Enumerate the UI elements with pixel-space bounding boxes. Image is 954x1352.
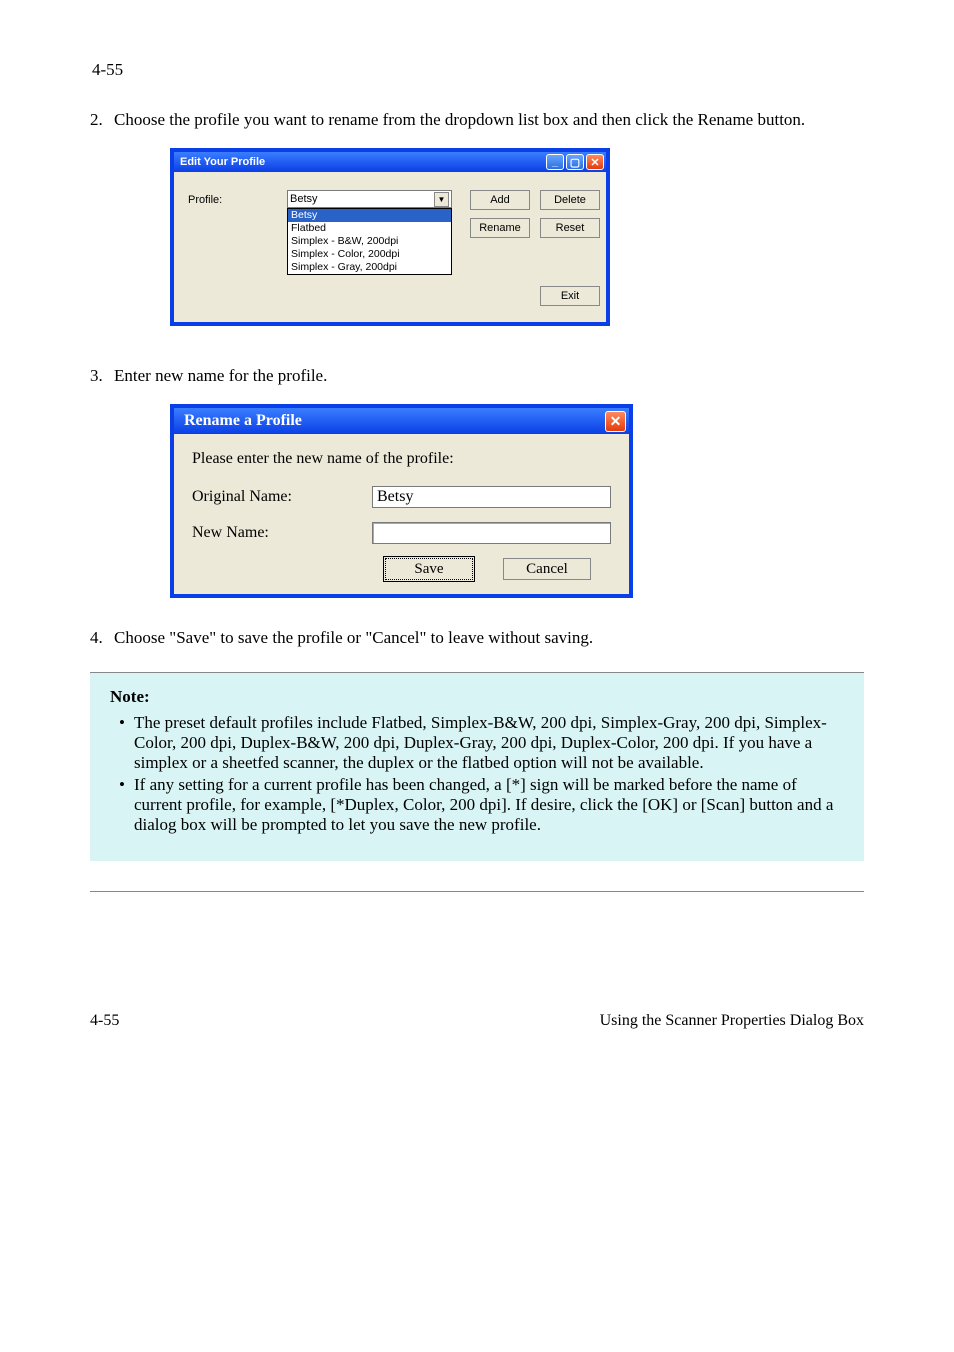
note-box: Note: • The preset default profiles incl… bbox=[90, 673, 864, 861]
step-2: 2. Choose the profile you want to rename… bbox=[90, 110, 864, 130]
page-number: 4-55 bbox=[92, 60, 864, 80]
step-num: 3. bbox=[90, 366, 114, 386]
dialog-title: Rename a Profile bbox=[184, 412, 302, 430]
step-text: Choose the profile you want to rename fr… bbox=[114, 110, 864, 130]
dialog-titlebar: Edit Your Profile _ ▢ ✕ bbox=[174, 152, 606, 172]
save-button[interactable]: Save bbox=[385, 558, 473, 580]
list-item[interactable]: Betsy bbox=[288, 209, 451, 222]
profile-combobox[interactable]: Betsy ▼ bbox=[287, 190, 452, 208]
cancel-button[interactable]: Cancel bbox=[503, 558, 591, 580]
new-name-field[interactable] bbox=[372, 522, 611, 544]
list-item[interactable]: Simplex - Gray, 200dpi bbox=[288, 261, 451, 274]
bullet-icon: • bbox=[110, 775, 134, 835]
window-buttons: _ ▢ ✕ bbox=[546, 154, 604, 170]
footer-page-num: 4-55 bbox=[90, 1012, 119, 1030]
step-text: Enter new name for the profile. bbox=[114, 366, 864, 386]
original-name-field: Betsy bbox=[372, 486, 611, 508]
original-name-row: Original Name: Betsy bbox=[192, 486, 611, 508]
step-num: 4. bbox=[90, 628, 114, 648]
exit-button[interactable]: Exit bbox=[540, 286, 600, 306]
combobox-value: Betsy bbox=[290, 193, 318, 205]
new-name-label: New Name: bbox=[192, 524, 372, 542]
window-buttons: ✕ bbox=[605, 411, 626, 432]
dialog-button-row: Save Cancel bbox=[192, 558, 611, 580]
close-icon[interactable]: ✕ bbox=[586, 154, 604, 170]
step-3: 3. Enter new name for the profile. bbox=[90, 366, 864, 386]
list-item[interactable]: Simplex - Color, 200dpi bbox=[288, 248, 451, 261]
add-button[interactable]: Add bbox=[470, 190, 530, 210]
close-icon[interactable]: ✕ bbox=[605, 411, 626, 432]
note-text: The preset default profiles include Flat… bbox=[134, 713, 844, 773]
dialog-body: Profile: Betsy ▼ Betsy Flatbed Simplex -… bbox=[174, 172, 606, 322]
original-name-label: Original Name: bbox=[192, 488, 372, 506]
note-bullet: • If any setting for a current profile h… bbox=[110, 775, 844, 835]
original-name-value: Betsy bbox=[377, 488, 413, 506]
note-heading: Note: bbox=[110, 687, 844, 707]
delete-button[interactable]: Delete bbox=[540, 190, 600, 210]
reset-button[interactable]: Reset bbox=[540, 218, 600, 238]
list-item[interactable]: Flatbed bbox=[288, 222, 451, 235]
new-name-row: New Name: bbox=[192, 522, 611, 544]
profile-label: Profile: bbox=[188, 194, 222, 206]
note-text: If any setting for a current profile has… bbox=[134, 775, 844, 835]
page-footer: 4-55 Using the Scanner Properties Dialog… bbox=[90, 1012, 864, 1030]
prompt-text: Please enter the new name of the profile… bbox=[192, 450, 611, 468]
separator bbox=[90, 891, 864, 892]
dialog-titlebar: Rename a Profile ✕ bbox=[174, 408, 629, 434]
step-num: 2. bbox=[90, 110, 114, 130]
edit-profile-dialog: Edit Your Profile _ ▢ ✕ Profile: Betsy ▼… bbox=[170, 148, 610, 326]
dialog-body: Please enter the new name of the profile… bbox=[174, 434, 629, 594]
step-4: 4. Choose "Save" to save the profile or … bbox=[90, 628, 864, 648]
step-text: Choose "Save" to save the profile or "Ca… bbox=[114, 628, 864, 648]
rename-profile-dialog: Rename a Profile ✕ Please enter the new … bbox=[170, 404, 633, 598]
bullet-icon: • bbox=[110, 713, 134, 773]
chevron-down-icon[interactable]: ▼ bbox=[434, 192, 449, 207]
rename-button[interactable]: Rename bbox=[470, 218, 530, 238]
footer-section: Using the Scanner Properties Dialog Box bbox=[600, 1012, 864, 1030]
note-bullet: • The preset default profiles include Fl… bbox=[110, 713, 844, 773]
maximize-icon[interactable]: ▢ bbox=[566, 154, 584, 170]
dialog-title: Edit Your Profile bbox=[180, 156, 265, 168]
list-item[interactable]: Simplex - B&W, 200dpi bbox=[288, 235, 451, 248]
profile-dropdown-list[interactable]: Betsy Flatbed Simplex - B&W, 200dpi Simp… bbox=[287, 208, 452, 275]
minimize-icon[interactable]: _ bbox=[546, 154, 564, 170]
